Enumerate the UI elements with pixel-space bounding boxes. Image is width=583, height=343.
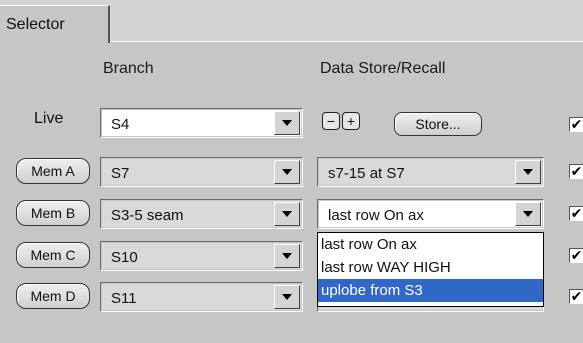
mem-c-button[interactable]: Mem C [16, 242, 90, 268]
mem-c-label: Mem C [30, 247, 76, 263]
mem-d-branch-dropdown-button[interactable] [274, 285, 300, 309]
mem-a-branch-value: S7 [102, 159, 301, 185]
live-checkbox[interactable]: ✔ [569, 117, 583, 132]
chevron-down-icon [282, 120, 292, 126]
mem-b-recall-value: last row On ax [319, 201, 542, 227]
dropdown-option-selected[interactable]: uplobe from S3 [318, 279, 543, 302]
mem-c-branch-value: S10 [102, 243, 301, 269]
chevron-down-icon [523, 211, 533, 217]
mem-b-button[interactable]: Mem B [16, 200, 90, 226]
tab-selector-label: Selector [6, 16, 65, 33]
checkmark-icon: ✔ [570, 205, 583, 221]
mem-a-branch-select[interactable]: S7 [100, 157, 303, 187]
live-label: Live [34, 110, 64, 127]
mem-b-recall-select[interactable]: last row On ax [317, 199, 544, 229]
dropdown-option[interactable]: last row WAY HIGH [318, 256, 543, 279]
mem-a-button[interactable]: Mem A [16, 158, 90, 184]
mem-a-label: Mem A [31, 163, 75, 179]
chevron-down-icon [282, 294, 292, 300]
mem-b-branch-dropdown-button[interactable] [274, 202, 300, 226]
mem-a-checkbox[interactable]: ✔ [569, 164, 583, 179]
store-button[interactable]: Store... [394, 112, 482, 136]
mem-d-label: Mem D [30, 288, 76, 304]
mem-d-button[interactable]: Mem D [16, 283, 90, 309]
live-branch-value: S4 [102, 110, 301, 136]
mem-d-checkbox[interactable]: ✔ [569, 289, 583, 304]
checkmark-icon: ✔ [570, 116, 583, 132]
mem-a-recall-select[interactable]: s7-15 at S7 [317, 157, 544, 187]
minus-icon: − [326, 113, 336, 129]
data-store-header: Data Store/Recall [320, 60, 446, 77]
mem-b-recall-dropdown-button[interactable] [515, 202, 541, 226]
plus-icon: + [346, 113, 356, 129]
mem-b-branch-value: S3-5 seam [102, 201, 301, 227]
chevron-down-icon [282, 169, 292, 175]
recall-dropdown-list[interactable]: last row On ax last row WAY HIGH uplobe … [317, 232, 544, 307]
mem-c-checkbox[interactable]: ✔ [569, 248, 583, 263]
checkmark-icon: ✔ [570, 288, 583, 304]
mem-b-checkbox[interactable]: ✔ [569, 206, 583, 221]
dropdown-option[interactable]: last row On ax [318, 233, 543, 256]
mem-b-label: Mem B [30, 205, 76, 221]
mem-c-branch-dropdown-button[interactable] [274, 244, 300, 268]
mem-d-branch-select[interactable]: S11 [100, 282, 303, 312]
chevron-down-icon [282, 253, 292, 259]
mem-a-branch-dropdown-button[interactable] [274, 160, 300, 184]
checkmark-icon: ✔ [570, 163, 583, 179]
branch-header: Branch [103, 60, 154, 77]
mem-a-recall-value: s7-15 at S7 [319, 159, 542, 185]
store-button-label: Store... [415, 116, 461, 132]
live-branch-dropdown-button[interactable] [274, 111, 300, 135]
checkmark-icon: ✔ [570, 247, 583, 263]
mem-a-recall-dropdown-button[interactable] [515, 160, 541, 184]
live-branch-select[interactable]: S4 [100, 108, 303, 138]
chevron-down-icon [523, 169, 533, 175]
minus-button[interactable]: − [322, 112, 340, 130]
mem-b-branch-select[interactable]: S3-5 seam [100, 199, 303, 229]
mem-c-branch-select[interactable]: S10 [100, 241, 303, 271]
plus-button[interactable]: + [342, 112, 360, 130]
mem-d-branch-value: S11 [102, 284, 301, 310]
chevron-down-icon [282, 211, 292, 217]
tab-selector[interactable]: Selector [0, 5, 110, 43]
